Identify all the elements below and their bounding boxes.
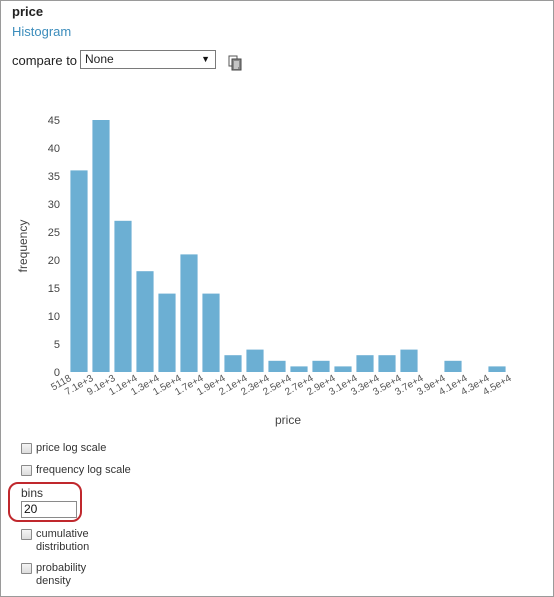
histogram-bar <box>400 349 418 372</box>
probability-label-line2: density <box>36 575 71 587</box>
cumulative-label-line2: distribution <box>36 541 90 553</box>
histogram-bar <box>268 360 286 372</box>
x-axis-label: price <box>275 413 301 427</box>
histogram-panel: price Histogram compare to None ▼ 0 5 10 15… <box>0 0 554 597</box>
histogram-bar <box>444 360 462 372</box>
y-tick-label: 10 <box>48 311 60 323</box>
y-tick-label: 20 <box>48 255 60 267</box>
probability-label-line1: probability <box>36 562 87 574</box>
cumulative-distribution-label: cumulative distribution <box>36 528 89 554</box>
frequency-log-scale-checkbox[interactable] <box>21 465 32 476</box>
histogram-bar <box>202 293 220 372</box>
histogram-bar <box>92 120 110 372</box>
histogram-chart: 05101520253035404551187.1e+39.1e+31.1e+4… <box>16 115 514 427</box>
histogram-bar <box>378 355 396 372</box>
histogram-bar <box>180 254 198 372</box>
histogram-bar <box>246 349 264 372</box>
y-tick-label: 40 <box>48 143 60 155</box>
histogram-bar <box>488 366 506 372</box>
y-tick-label: 35 <box>48 171 60 183</box>
frequency-log-scale-label: frequency log scale <box>36 464 131 476</box>
y-tick-label: 5 <box>54 339 60 351</box>
cumulative-label-line1: cumulative <box>36 528 89 540</box>
y-tick-label: 30 <box>48 199 60 211</box>
y-tick-label: 15 <box>48 283 60 295</box>
cumulative-distribution-checkbox[interactable] <box>21 529 32 540</box>
histogram-bar <box>114 220 132 372</box>
y-tick-label: 25 <box>48 227 60 239</box>
histogram-bar <box>356 355 374 372</box>
y-axis-label: frequency <box>16 220 30 273</box>
price-log-scale-label: price log scale <box>36 442 107 454</box>
bins-input[interactable]: 20 <box>21 501 77 518</box>
histogram-bar <box>290 366 308 372</box>
histogram-bar <box>70 170 88 372</box>
histogram-bar <box>334 366 352 372</box>
histogram-bar <box>136 271 154 372</box>
bins-label: bins <box>21 486 44 500</box>
histogram-bar <box>224 355 242 372</box>
histogram-bar <box>158 293 176 372</box>
y-tick-label: 45 <box>48 115 60 127</box>
probability-density-label: probability density <box>36 562 86 588</box>
probability-density-checkbox[interactable] <box>21 563 32 574</box>
histogram-bar <box>312 360 330 372</box>
price-log-scale-checkbox[interactable] <box>21 443 32 454</box>
